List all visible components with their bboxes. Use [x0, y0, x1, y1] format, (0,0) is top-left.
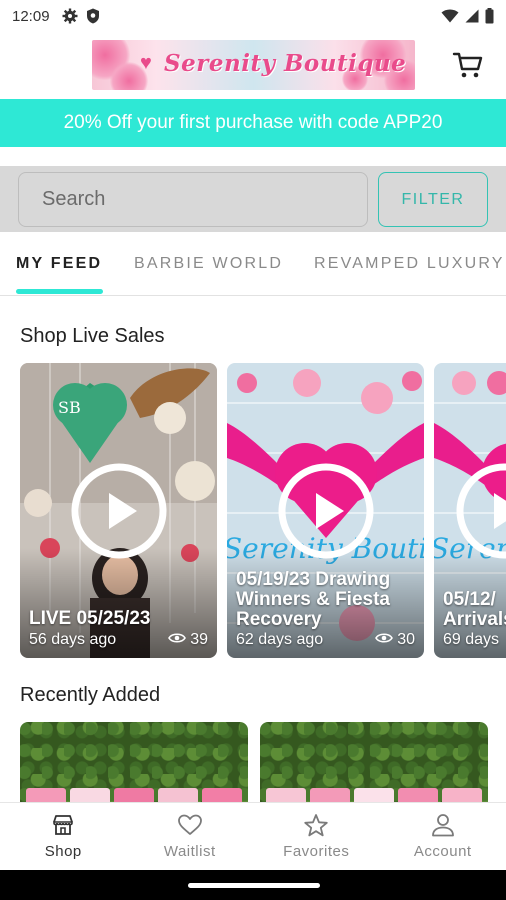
shield-icon — [86, 8, 100, 24]
live-sale-meta: 62 days ago 30 — [236, 631, 415, 649]
account-icon — [430, 813, 456, 843]
battery-icon — [485, 8, 494, 24]
status-time: 12:09 — [12, 7, 50, 25]
svg-text:SB: SB — [58, 398, 81, 417]
active-tab-indicator — [16, 289, 103, 294]
product-thumbnail — [260, 788, 488, 802]
tab-barbie-world[interactable]: BARBIE WORLD — [134, 255, 283, 273]
gear-icon — [62, 8, 78, 24]
cart-icon[interactable] — [452, 50, 484, 80]
live-sale-card[interactable]: Serenity 05/12/ Arrivals 69 days — [434, 363, 506, 658]
app-header: ♥ Serenity Boutique — [0, 32, 506, 98]
view-count: 39 — [190, 631, 208, 648]
nav-favorites[interactable]: Favorites — [253, 803, 380, 870]
live-sale-title: LIVE 05/25/23 — [29, 608, 151, 629]
product-card[interactable] — [20, 722, 248, 802]
status-bar: 12:09 — [0, 0, 506, 32]
live-sales-heading: Shop Live Sales — [20, 325, 165, 347]
product-card[interactable] — [260, 722, 488, 802]
live-sale-card[interactable]: SB LIVE 05/25/23 56 days ago 39 — [20, 363, 217, 658]
heart-wings-icon: ♥ — [140, 52, 152, 74]
nav-account-label: Account — [413, 843, 472, 860]
product-thumbnail — [20, 788, 248, 802]
logo-text: Serenity Boutique — [164, 50, 407, 77]
star-icon — [303, 813, 329, 843]
promo-text: 20% Off your first purchase with code AP… — [63, 112, 443, 133]
eye-icon — [168, 631, 187, 649]
heart-icon — [177, 813, 203, 843]
nav-waitlist-label: Waitlist — [163, 843, 216, 860]
brand-logo[interactable]: ♥ Serenity Boutique — [92, 40, 415, 90]
nav-favorites-label: Favorites — [283, 843, 350, 860]
live-sale-meta: 69 days — [443, 631, 506, 649]
play-icon[interactable] — [456, 463, 506, 559]
nav-shop[interactable]: Shop — [0, 803, 127, 870]
feed-tabs: MY FEED BARBIE WORLD REVAMPED LUXURY — [0, 238, 506, 296]
wifi-icon — [441, 9, 459, 23]
search-input[interactable] — [18, 172, 368, 227]
live-sale-title: 05/19/23 Drawing Winners & Fiesta Recove… — [236, 569, 391, 630]
search-bar: FILTER — [0, 166, 506, 232]
live-sale-age: 56 days ago — [29, 631, 117, 648]
filter-button[interactable]: FILTER — [378, 172, 488, 227]
recently-added-carousel — [0, 722, 506, 802]
nav-waitlist[interactable]: Waitlist — [127, 803, 254, 870]
signal-icon — [465, 9, 479, 23]
shop-icon — [51, 813, 75, 843]
live-sale-card[interactable]: Serenity Boutique 05/19/23 Drawing Winne… — [227, 363, 424, 658]
home-gesture-handle[interactable] — [188, 883, 320, 888]
live-sales-carousel: SB LIVE 05/25/23 56 days ago 39 05/19/23… — [0, 363, 506, 658]
promo-banner[interactable]: 20% Off your first purchase with code AP… — [0, 99, 506, 147]
nav-account[interactable]: Account — [380, 803, 506, 870]
view-count: 30 — [397, 631, 415, 648]
play-icon[interactable] — [278, 463, 374, 559]
system-nav-bar — [0, 870, 506, 900]
live-sale-age: 69 days — [443, 631, 500, 648]
nav-shop-label: Shop — [44, 843, 82, 860]
tab-revamped-luxury[interactable]: REVAMPED LUXURY — [314, 255, 505, 273]
recently-added-heading: Recently Added — [20, 684, 161, 706]
live-sale-age: 62 days ago — [236, 631, 324, 648]
live-sale-title: 05/12/ Arrivals — [443, 590, 506, 630]
live-sale-meta: 56 days ago 39 — [29, 631, 208, 649]
play-icon[interactable] — [71, 463, 167, 559]
eye-icon — [375, 631, 394, 649]
tab-my-feed[interactable]: MY FEED — [16, 255, 102, 273]
bottom-nav: Shop Waitlist Favorites Account — [0, 802, 506, 870]
